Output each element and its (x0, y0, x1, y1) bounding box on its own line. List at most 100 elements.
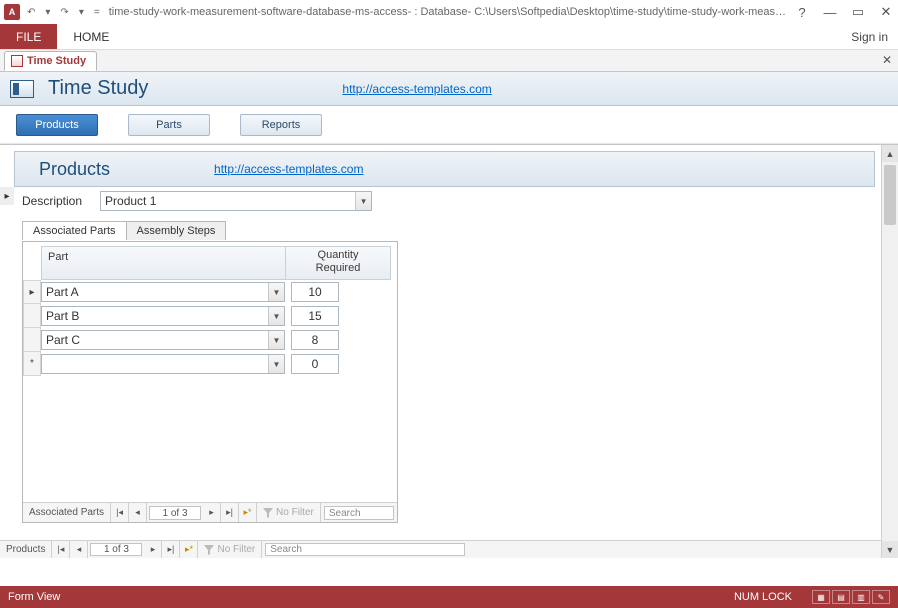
status-numlock: NUM LOCK (734, 591, 792, 603)
part-combo[interactable]: Part B ▼ (41, 306, 285, 326)
description-dropdown-icon[interactable]: ▼ (355, 192, 371, 210)
subform-row: Part C ▼ 8 (41, 328, 391, 352)
nav-prev-icon[interactable]: ◂ (70, 541, 88, 558)
col-header-part[interactable]: Part (42, 247, 286, 279)
home-tab[interactable]: HOME (57, 24, 125, 49)
subform-record-counter[interactable]: 1 of 3 (149, 506, 201, 520)
nav-first-icon[interactable]: |◂ (111, 503, 129, 522)
ribbon-tabs: FILE HOME Sign in (0, 24, 898, 50)
nav-last-icon[interactable]: ▸| (162, 541, 180, 558)
tab-associated-parts[interactable]: Associated Parts (22, 221, 127, 240)
subform-rowsel-current[interactable]: ▸ (23, 280, 41, 304)
part-combo[interactable]: Part C ▼ (41, 330, 285, 350)
undo-icon[interactable]: ↶ (24, 7, 38, 18)
form-nav-bar: Products |◂ ◂ 1 of 3 ▸ ▸| ▸* No Filter S… (0, 540, 881, 558)
chevron-down-icon[interactable]: ▼ (268, 331, 284, 349)
part-value: Part C (46, 333, 80, 347)
window-controls: ? — ▭ ✕ (794, 4, 894, 20)
nav-first-icon[interactable]: |◂ (52, 541, 70, 558)
products-header: Products http://access-templates.com (14, 151, 875, 187)
redo-dropdown-icon[interactable]: ▾ (76, 7, 87, 18)
document-tabs: Time Study ✕ (0, 50, 898, 72)
subform-nav-label: Associated Parts (23, 503, 111, 522)
qty-field[interactable]: 10 (291, 282, 339, 302)
status-bar: Form View NUM LOCK ▦ ▤ ▥ ✎ (0, 586, 898, 608)
redo-icon[interactable]: ↷ (57, 7, 71, 18)
qty-field[interactable]: 0 (291, 354, 339, 374)
nav-products-button[interactable]: Products (16, 114, 98, 136)
subform-row: Part B ▼ 15 (41, 304, 391, 328)
nav-parts-button[interactable]: Parts (128, 114, 210, 136)
form-filter-indicator[interactable]: No Filter (198, 541, 262, 558)
scroll-down-icon[interactable]: ▼ (882, 541, 898, 558)
form-icon (11, 55, 23, 67)
view-switcher: ▦ ▤ ▥ ✎ (812, 590, 890, 604)
subform-filter-indicator[interactable]: No Filter (257, 503, 321, 522)
nav-reports-button[interactable]: Reports (240, 114, 322, 136)
access-app-icon: A (4, 4, 20, 20)
scroll-thumb[interactable] (884, 165, 896, 225)
doc-close-icon[interactable]: ✕ (882, 53, 892, 67)
subform-data-rows: Part A ▼ 10 Part B ▼ 15 Part C ▼ (41, 280, 391, 376)
quick-access-toolbar: A ↶ ▾ ↷ ▾ = (4, 4, 103, 20)
qat-customize-icon[interactable]: = (91, 7, 103, 18)
products-header-link[interactable]: http://access-templates.com (214, 162, 363, 176)
col-header-quantity[interactable]: Quantity Required (286, 247, 390, 279)
nav-next-icon[interactable]: ▸ (203, 503, 221, 522)
chevron-down-icon[interactable]: ▼ (268, 355, 284, 373)
nav-last-icon[interactable]: ▸| (221, 503, 239, 522)
title-bar: A ↶ ▾ ↷ ▾ = time-study-work-measurement-… (0, 0, 898, 24)
subform-record-selectors: ▸ * (23, 246, 41, 500)
file-tab[interactable]: FILE (0, 24, 57, 49)
qty-field[interactable]: 15 (291, 306, 339, 326)
form-view-icon[interactable]: ▦ (812, 590, 830, 604)
part-value: Part A (46, 285, 79, 299)
form-header: Time Study http://access-templates.com (0, 72, 898, 106)
nav-buttons: Products Parts Reports (0, 106, 898, 144)
undo-dropdown-icon[interactable]: ▾ (42, 7, 53, 18)
nav-new-icon[interactable]: ▸* (180, 541, 198, 558)
form-header-link[interactable]: http://access-templates.com (342, 82, 491, 96)
form-search-input[interactable]: Search (265, 543, 465, 556)
status-view-mode: Form View (8, 591, 60, 603)
design-view-icon[interactable]: ✎ (872, 590, 890, 604)
form-record-counter[interactable]: 1 of 3 (90, 543, 142, 556)
scroll-up-icon[interactable]: ▲ (882, 145, 898, 162)
subform-rowsel-new[interactable]: * (23, 352, 41, 376)
part-value: Part B (46, 309, 79, 323)
subform-rowsel[interactable] (23, 304, 41, 328)
subform-rowsel[interactable] (23, 328, 41, 352)
funnel-icon (204, 545, 214, 555)
inner-tabs: Associated Parts Assembly Steps (22, 221, 225, 240)
form-header-title: Time Study (48, 77, 148, 100)
subform-search-input[interactable]: Search (324, 506, 394, 520)
tab-assembly-steps[interactable]: Assembly Steps (126, 221, 227, 240)
qty-field[interactable]: 8 (291, 330, 339, 350)
chevron-down-icon[interactable]: ▼ (268, 307, 284, 325)
nav-new-icon[interactable]: ▸* (239, 503, 257, 522)
doc-tab-time-study[interactable]: Time Study (4, 51, 97, 71)
close-icon[interactable]: ✕ (878, 4, 894, 20)
chevron-down-icon[interactable]: ▼ (268, 283, 284, 301)
datasheet-view-icon[interactable]: ▤ (832, 590, 850, 604)
nav-prev-icon[interactable]: ◂ (129, 503, 147, 522)
subform-row: Part A ▼ 10 (41, 280, 391, 304)
form-nav-label: Products (0, 541, 52, 558)
doc-tab-label: Time Study (27, 55, 86, 67)
signin-link[interactable]: Sign in (841, 24, 898, 49)
description-combo[interactable]: Product 1 ▼ (100, 191, 372, 211)
help-icon[interactable]: ? (794, 5, 810, 20)
record-selector-current[interactable]: ▸ (0, 187, 14, 205)
minimize-icon[interactable]: — (822, 5, 838, 20)
part-combo[interactable]: Part A ▼ (41, 282, 285, 302)
main-vertical-scrollbar[interactable]: ▲ ▼ (881, 145, 898, 558)
subform-column-headers: Part Quantity Required (41, 246, 391, 280)
layout-view-icon[interactable]: ▥ (852, 590, 870, 604)
form-header-icon (10, 80, 34, 98)
window-title-path: time-study-work-measurement-software-dat… (103, 6, 794, 18)
nav-next-icon[interactable]: ▸ (144, 541, 162, 558)
funnel-icon (263, 508, 273, 518)
products-header-title: Products (39, 159, 110, 180)
part-combo[interactable]: ▼ (41, 354, 285, 374)
restore-icon[interactable]: ▭ (850, 4, 866, 20)
